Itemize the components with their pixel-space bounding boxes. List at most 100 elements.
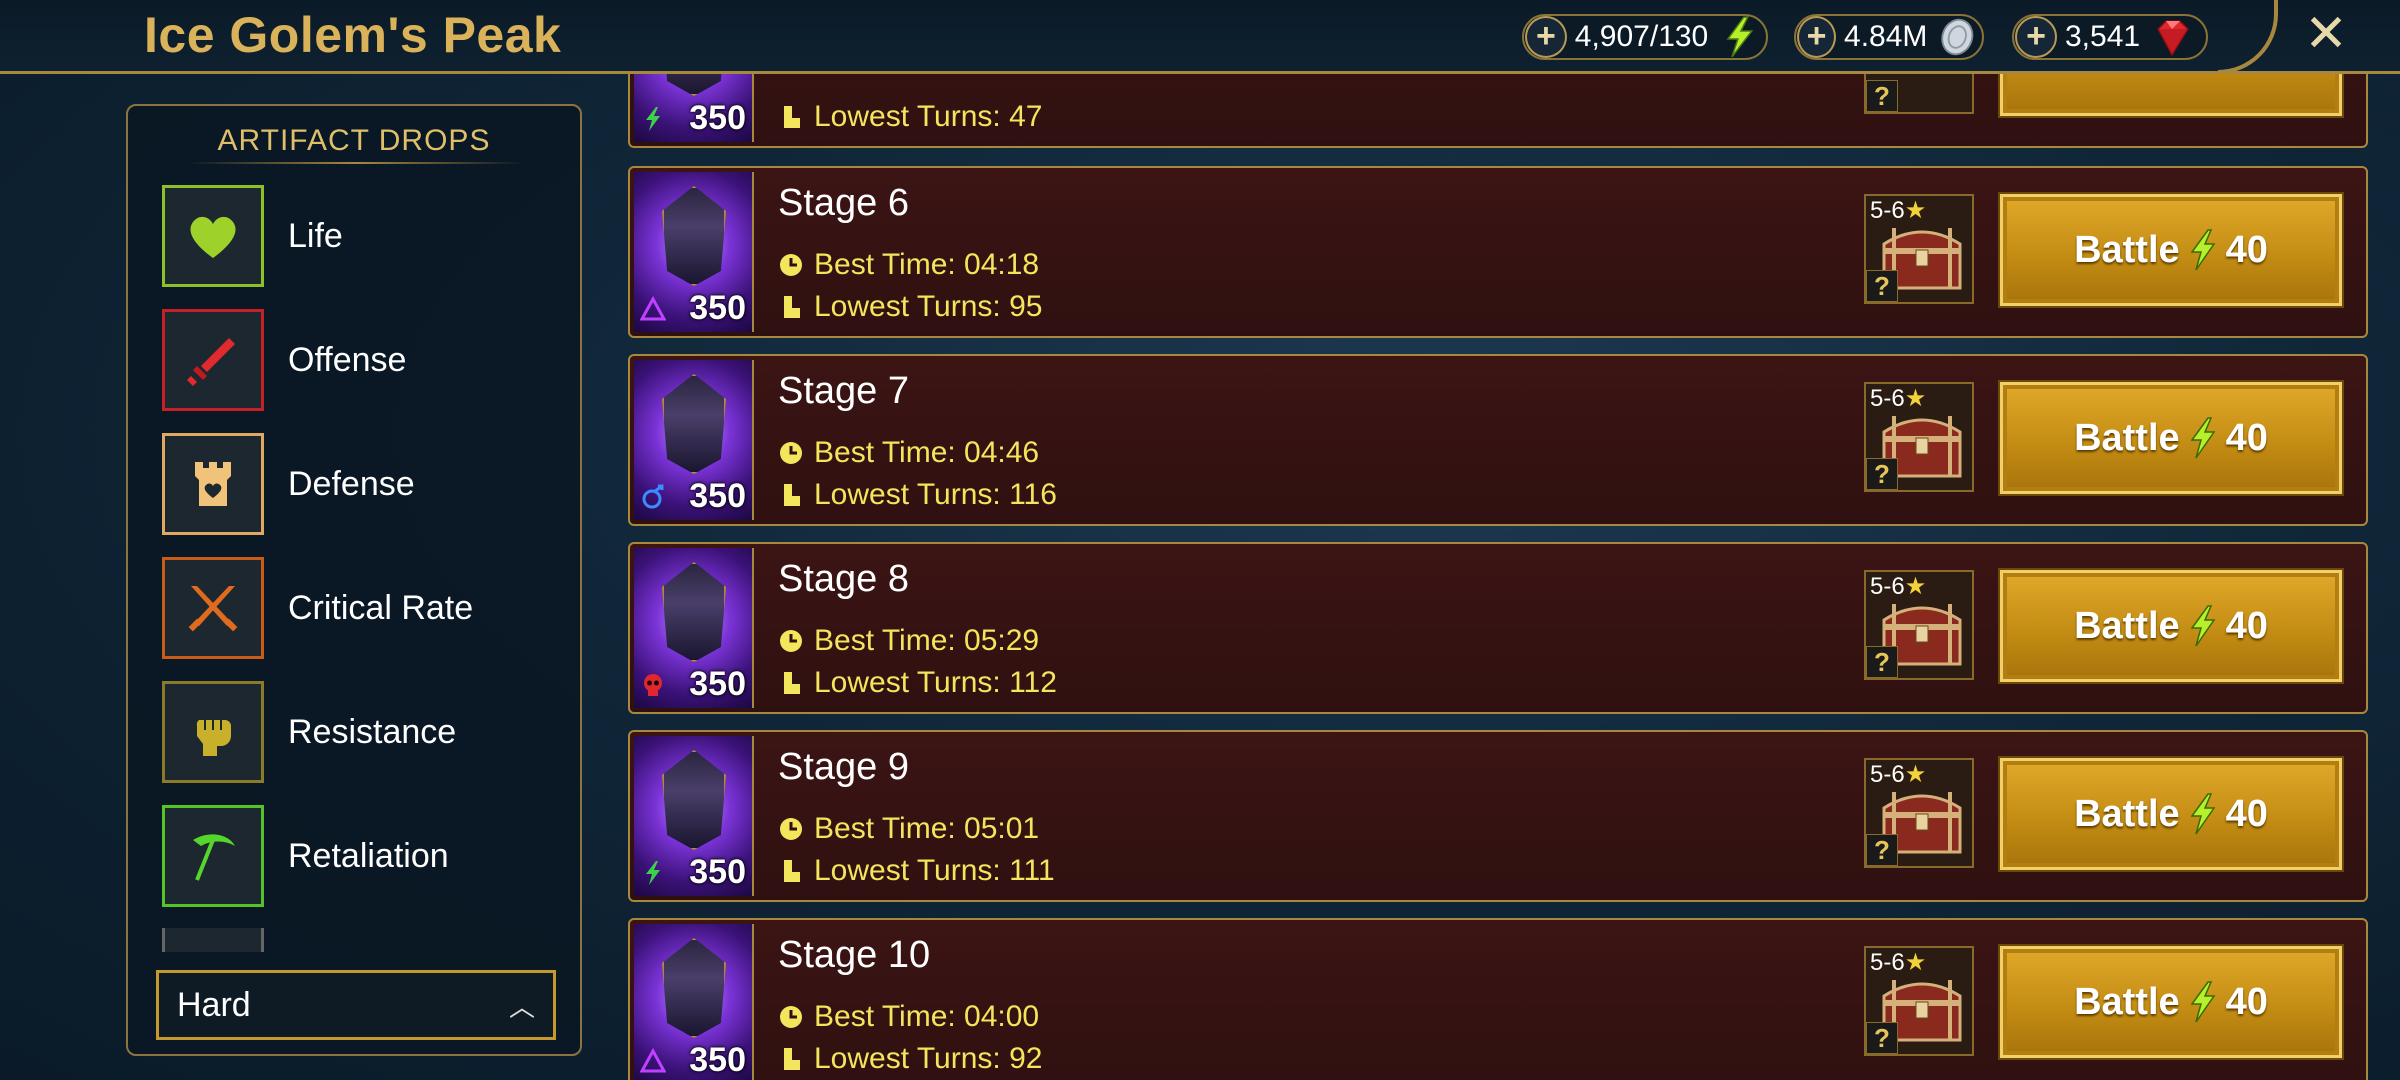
energy-icon bbox=[2190, 981, 2216, 1023]
drop-item-resistance[interactable]: Resistance bbox=[162, 680, 562, 784]
stage-row[interactable]: 350 Stage 8 Best Time: 05:29 Lowest Turn… bbox=[628, 542, 2368, 714]
unknown-reward-icon: ? bbox=[1866, 1022, 1898, 1054]
clock-icon bbox=[780, 818, 802, 840]
reward-chest[interactable]: 5-6★ ? bbox=[1864, 758, 1974, 868]
stage-level: 350 bbox=[689, 665, 746, 703]
boot-icon bbox=[784, 296, 800, 318]
artifact-drops-title: ARTIFACT DROPS bbox=[217, 124, 491, 157]
add-gems-button[interactable]: + bbox=[2015, 16, 2057, 58]
lowest-turns-text: Lowest Turns: 95 bbox=[814, 290, 1043, 323]
drop-label: Offense bbox=[288, 340, 407, 379]
reward-chest[interactable]: 5-6★ ? bbox=[1864, 570, 1974, 680]
corner-ornament bbox=[2218, 0, 2278, 74]
battle-button[interactable]: Battle 40 bbox=[2000, 382, 2342, 494]
drop-item-life[interactable]: Life bbox=[162, 184, 562, 288]
life-set-icon bbox=[162, 185, 264, 287]
boot-icon bbox=[784, 860, 800, 882]
stage-level: 350 bbox=[689, 853, 746, 891]
energy-icon bbox=[2190, 417, 2216, 459]
star-icon: ★ bbox=[1904, 949, 1927, 976]
reward-rank: 5-6★ bbox=[1870, 761, 1927, 788]
drop-item-partial[interactable] bbox=[162, 928, 562, 952]
best-time: Best Time: 05:01 bbox=[778, 812, 1039, 846]
stage-name: Stage 9 bbox=[778, 746, 909, 788]
drop-item-offense[interactable]: Offense bbox=[162, 308, 562, 412]
best-time-text: Best Time: 05:01 bbox=[814, 812, 1040, 845]
force-affinity-icon bbox=[644, 674, 662, 696]
gems-value: 3,541 bbox=[2065, 20, 2141, 53]
energy-cost: 40 bbox=[2225, 416, 2268, 459]
drop-item-retaliation[interactable]: Retaliation bbox=[162, 804, 562, 908]
reward-rank: 5-6★ bbox=[1870, 949, 1927, 976]
page-title: Ice Golem's Peak bbox=[144, 7, 562, 63]
stage-row[interactable]: 350 Stage 9 Best Time: 05:01 Lowest Turn… bbox=[628, 730, 2368, 902]
add-silver-button[interactable]: + bbox=[1797, 16, 1837, 58]
lowest-turns: Lowest Turns: 111 bbox=[778, 854, 1055, 888]
reward-chest[interactable]: 5-6★ ? bbox=[1864, 382, 1974, 492]
battle-label: Battle bbox=[2074, 604, 2180, 647]
energy-cost: 40 bbox=[2225, 980, 2268, 1023]
stage-level: 350 bbox=[689, 99, 746, 137]
stage-row[interactable]: 350 Stage 7 Best Time: 04:46 Lowest Turn… bbox=[628, 354, 2368, 526]
unknown-reward-icon: ? bbox=[1866, 834, 1898, 866]
star-icon: ★ bbox=[1904, 197, 1927, 224]
clock-icon bbox=[780, 442, 802, 464]
lowest-turns-text: Lowest Turns: 92 bbox=[814, 1042, 1043, 1075]
reward-chest[interactable]: 5-6★ ? bbox=[1864, 946, 1974, 1056]
close-button[interactable]: ✕ bbox=[2296, 4, 2356, 64]
battle-button[interactable]: Battle 40 bbox=[2000, 570, 2342, 682]
reward-rank: 5-6★ bbox=[1870, 385, 1927, 412]
retaliation-set-icon bbox=[162, 805, 264, 907]
stage-row[interactable]: 350 Stage 6 Best Time: 04:18 Lowest Turn… bbox=[628, 166, 2368, 338]
stage-boss-thumbnail: 350 bbox=[634, 548, 754, 708]
silver-counter[interactable]: + 4.84M bbox=[1794, 14, 1984, 60]
reward-rank: 5-6★ bbox=[1870, 573, 1927, 600]
unknown-reward-icon: ? bbox=[1866, 458, 1898, 490]
stage-level: 350 bbox=[689, 1041, 746, 1079]
best-time-text: Best Time: 04:18 bbox=[814, 248, 1040, 281]
battle-button[interactable]: Battle 40 bbox=[2000, 194, 2342, 306]
resistance-set-icon bbox=[162, 681, 264, 783]
silver-value: 4.84M bbox=[1844, 20, 1928, 53]
stage-boss-thumbnail: 350 bbox=[634, 172, 754, 332]
best-time: Best Time: 04:46 bbox=[778, 436, 1039, 470]
close-icon[interactable]: ✕ bbox=[2304, 5, 2348, 63]
stage-row[interactable]: 350 Stage 10 Best Time: 04:00 Lowest Tur… bbox=[628, 918, 2368, 1080]
unknown-reward-icon: ? bbox=[1866, 80, 1898, 112]
void-affinity-icon bbox=[640, 296, 666, 321]
stage-level: 350 bbox=[689, 477, 746, 515]
artifact-drops-panel: ARTIFACT DROPS Life Offense Defense Crit… bbox=[126, 104, 582, 1056]
stage-name: Stage 10 bbox=[778, 934, 931, 976]
reward-chest[interactable]: 5-6★ ? bbox=[1864, 194, 1974, 304]
stage-name: Stage 8 bbox=[778, 558, 909, 600]
drop-item-defense[interactable]: Defense bbox=[162, 432, 562, 536]
battle-button[interactable]: Battle 40 bbox=[2000, 946, 2342, 1058]
drop-item-critical-rate[interactable]: Critical Rate bbox=[162, 556, 562, 660]
drop-label: Critical Rate bbox=[288, 588, 474, 627]
lowest-turns-text: Lowest Turns: 112 bbox=[814, 666, 1057, 699]
energy-icon bbox=[2190, 229, 2216, 271]
stage-level: 350 bbox=[689, 289, 746, 327]
clock-icon bbox=[780, 630, 802, 652]
golem-helmet-image bbox=[662, 186, 726, 286]
reward-rank: 5-6★ bbox=[1870, 197, 1927, 224]
gems-counter[interactable]: + 3,541 bbox=[2012, 14, 2208, 60]
energy-counter[interactable]: + 4,907/130 bbox=[1522, 14, 1768, 60]
tower-icon bbox=[195, 462, 231, 506]
heart-icon bbox=[190, 216, 236, 258]
star-icon: ★ bbox=[1904, 573, 1927, 600]
clock-icon bbox=[780, 1006, 802, 1028]
clock-icon bbox=[780, 254, 802, 276]
lowest-turns: Lowest Turns: 116 bbox=[778, 478, 1057, 512]
energy-cost: 40 bbox=[2225, 792, 2268, 835]
golem-helmet-image bbox=[662, 562, 726, 662]
best-time: Best Time: 04:00 bbox=[778, 1000, 1039, 1034]
defense-set-icon bbox=[162, 433, 264, 535]
golem-helmet-image bbox=[662, 750, 726, 850]
add-energy-button[interactable]: + bbox=[1525, 16, 1567, 58]
difficulty-dropdown[interactable]: Hard ︿ bbox=[156, 970, 556, 1040]
battle-label: Battle bbox=[2074, 228, 2180, 271]
spirit-affinity-icon bbox=[646, 107, 660, 131]
battle-button[interactable]: Battle 40 bbox=[2000, 758, 2342, 870]
critical-rate-set-icon bbox=[162, 557, 264, 659]
